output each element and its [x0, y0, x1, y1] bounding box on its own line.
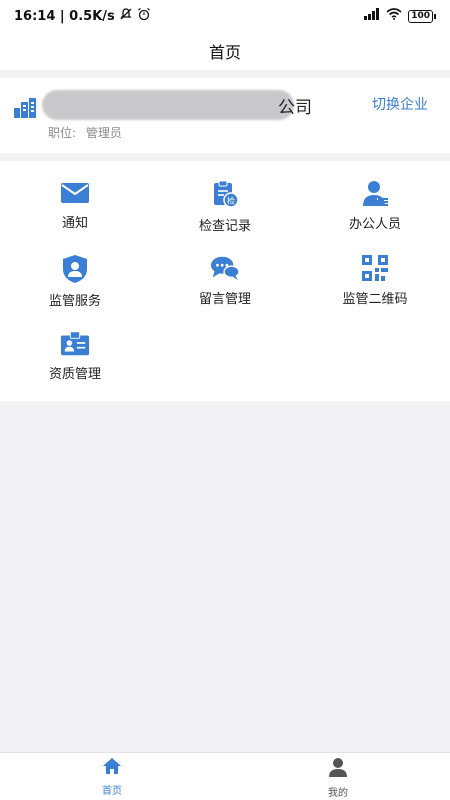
svg-text:检: 检: [227, 196, 235, 206]
status-bar: 16:14 | 0.5K/s 100: [0, 0, 450, 32]
company-name: 公司: [278, 98, 312, 118]
mail-icon: [60, 179, 90, 206]
page-title: 首页: [208, 43, 241, 62]
menu-item-message-management[interactable]: 留言管理: [150, 236, 300, 307]
menu-item-label: 监管二维码: [342, 292, 408, 307]
menu-item-label: 通知: [61, 216, 88, 231]
menu-item-qualification[interactable]: 资质管理: [0, 311, 150, 382]
menu-item-supervision-service[interactable]: 监管服务: [0, 236, 150, 309]
shield-user-icon: [60, 254, 90, 284]
bottom-tab-bar: 首页 我的: [0, 752, 450, 800]
menu-item-notice[interactable]: 通知: [0, 161, 150, 231]
tab-mine-label: 我的: [328, 788, 348, 799]
menu-item-label: 留言管理: [198, 292, 251, 307]
status-time: 16:14 | 0.5K/s: [14, 8, 115, 24]
menu-item-inspection-record[interactable]: 检 检查记录: [150, 161, 300, 234]
home-icon: [102, 757, 122, 779]
inspection-record-icon: 检: [210, 179, 240, 209]
building-icon: [14, 98, 36, 122]
battery-level: 100: [408, 9, 433, 23]
menu-item-label: 办公人员: [348, 217, 401, 232]
menu-item-supervision-qr[interactable]: 监管二维码: [300, 236, 450, 307]
company-name-redacted: [42, 90, 294, 120]
role-value: 管理员: [85, 126, 122, 140]
user-icon: [328, 757, 348, 781]
tab-mine[interactable]: 我的: [308, 757, 368, 800]
menu-item-office-staff[interactable]: 办公人员: [300, 161, 450, 232]
role-label: 职位:: [48, 126, 77, 140]
menu-item-label: 检查记录: [198, 219, 251, 234]
role-line: 职位: 管理员: [48, 124, 122, 141]
menu-grid: 通知 检 检查记录 办公人员 监管服务 留言管理 监管二维码 资质管理: [0, 161, 450, 401]
staff-icon: [360, 179, 390, 207]
alarm-icon: [137, 7, 151, 25]
battery-icon: 100: [408, 9, 436, 23]
menu-item-label: 监管服务: [48, 294, 101, 309]
tab-home[interactable]: 首页: [82, 757, 142, 800]
mute-icon: [119, 7, 133, 25]
company-card: 公司 切换企业 职位: 管理员: [0, 78, 450, 153]
tab-home-label: 首页: [102, 786, 122, 797]
menu-item-label: 资质管理: [48, 367, 101, 382]
signal-icon: [364, 8, 380, 24]
qr-code-icon: [360, 254, 390, 282]
switch-company-button[interactable]: 切换企业: [372, 94, 428, 114]
chat-bubbles-icon: [210, 254, 240, 282]
wifi-icon: [386, 8, 402, 24]
id-card-icon: [60, 329, 90, 357]
nav-bar: 首页: [0, 32, 450, 70]
